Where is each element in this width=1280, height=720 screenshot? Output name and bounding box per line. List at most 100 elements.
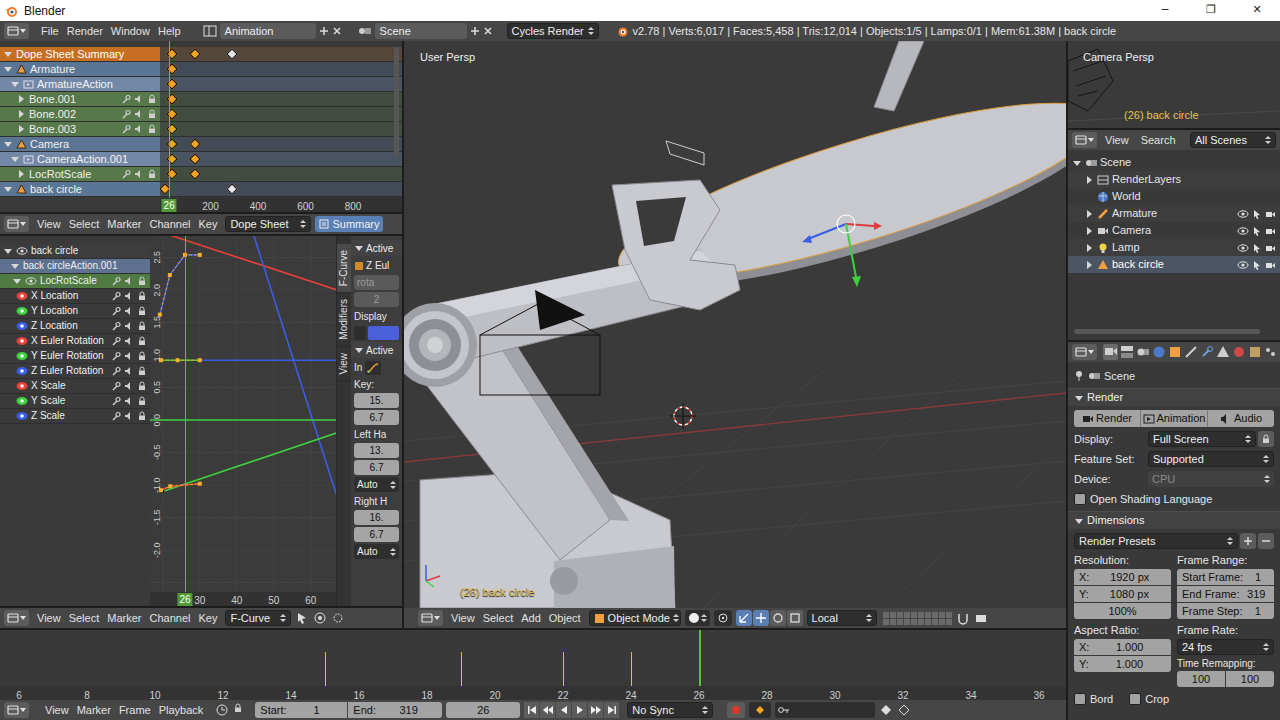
- channel-name[interactable]: LocRotScale: [40, 276, 97, 286]
- keyframe[interactable]: [166, 78, 177, 89]
- channel-color-icon[interactable]: [16, 381, 28, 391]
- fcurve[interactable]: [161, 484, 200, 491]
- outliner-item-name[interactable]: Lamp: [1112, 239, 1140, 256]
- graph-channel-row[interactable]: X Euler Rotation: [0, 334, 150, 349]
- editor-type-button[interactable]: [4, 216, 29, 232]
- menu-item[interactable]: Marker: [73, 702, 115, 719]
- channel-color-icon[interactable]: [16, 411, 28, 421]
- render-presets-dropdown[interactable]: Render Presets: [1074, 533, 1238, 549]
- current-frame-label[interactable]: 26: [177, 593, 192, 606]
- graph-channel-row[interactable]: Z Location: [0, 319, 150, 334]
- menu-item[interactable]: Select: [65, 610, 104, 627]
- sync-mode-dropdown[interactable]: No Sync: [627, 702, 713, 718]
- channel-name[interactable]: Dope Sheet Summary: [16, 49, 124, 60]
- channel-row[interactable]: Bone.001: [0, 92, 160, 107]
- play-button[interactable]: [572, 702, 587, 718]
- collapsed-triangle-icon[interactable]: [1084, 260, 1094, 270]
- channel-name[interactable]: back circle: [31, 246, 78, 256]
- editor-type-button[interactable]: [4, 23, 29, 39]
- time-remap-old-field[interactable]: 100: [1177, 671, 1225, 687]
- expanded-triangle-icon[interactable]: [10, 261, 20, 271]
- render-action-button[interactable]: Render: [1074, 410, 1141, 427]
- channel-row[interactable]: CameraAction.001: [0, 152, 160, 167]
- keyframe[interactable]: [166, 48, 177, 59]
- 3d-viewport[interactable]: User Persp (26) back circle: [404, 41, 1066, 608]
- channel-color-icon[interactable]: [16, 306, 28, 316]
- horizontal-scrollbar[interactable]: [1074, 329, 1260, 334]
- panel-header[interactable]: Active: [351, 240, 402, 256]
- menu-item[interactable]: Help: [154, 23, 185, 40]
- key-frame-field[interactable]: 15.: [354, 393, 399, 408]
- current-frame-field[interactable]: 26: [446, 702, 520, 718]
- aspect-x-field[interactable]: X:1.000: [1074, 639, 1171, 655]
- camera-view[interactable]: Camera Persp (26) back circle: [1068, 41, 1280, 128]
- sidebar-tab[interactable]: F-Curve: [337, 244, 351, 293]
- current-frame-label[interactable]: 26: [162, 199, 177, 212]
- fcurve[interactable]: [161, 359, 200, 361]
- editor-type-button[interactable]: [4, 702, 29, 718]
- outliner-row[interactable]: Scene: [1068, 154, 1280, 171]
- keyframe-point[interactable]: [198, 482, 202, 486]
- collapsed-triangle-icon[interactable]: [1084, 226, 1094, 236]
- menu-item[interactable]: Channel: [145, 610, 194, 627]
- render-engine-dropdown[interactable]: Cycles Render: [507, 23, 599, 39]
- layout-field[interactable]: Animation: [220, 23, 316, 39]
- expanded-triangle-icon[interactable]: [10, 154, 20, 164]
- channel-name[interactable]: LocRotScale: [29, 169, 91, 180]
- channel-name[interactable]: Armature: [30, 64, 75, 75]
- layout-name[interactable]: Animation: [225, 23, 274, 40]
- keyframe-area[interactable]: 200400600800 26: [160, 41, 402, 212]
- keyframe[interactable]: [166, 153, 177, 164]
- feature-set-dropdown[interactable]: Supported: [1148, 451, 1274, 467]
- sidebar-tab[interactable]: View: [337, 347, 351, 382]
- channel-name[interactable]: Z Euler Rotation: [31, 366, 103, 376]
- menu-item[interactable]: View: [33, 216, 65, 233]
- channel-row[interactable]: back circle: [0, 182, 160, 197]
- menu-item[interactable]: Search: [1137, 132, 1180, 149]
- context-tab[interactable]: [1215, 344, 1230, 360]
- expanded-triangle-icon[interactable]: [3, 139, 13, 149]
- display-mode-dropdown[interactable]: Full Screen: [1148, 431, 1256, 447]
- expanded-triangle-icon[interactable]: [354, 243, 364, 253]
- channel-name[interactable]: back circleAction.001: [23, 261, 118, 271]
- summary-toggle[interactable]: Summary: [315, 216, 383, 232]
- menu-item[interactable]: Select: [479, 610, 518, 627]
- graph-channel-row[interactable]: back circle: [0, 244, 150, 259]
- end-frame-field[interactable]: End:319: [348, 702, 442, 718]
- scene-render[interactable]: [404, 41, 1066, 608]
- channel-name[interactable]: X Location: [31, 291, 78, 301]
- outliner-item-name[interactable]: Scene: [1100, 154, 1131, 171]
- editor-type-button[interactable]: [418, 610, 443, 626]
- outliner-row[interactable]: Lamp: [1068, 239, 1280, 256]
- frame-ruler[interactable]: 30405060 26: [150, 592, 336, 606]
- jump-start-button[interactable]: [524, 702, 539, 718]
- outliner-item-name[interactable]: back circle: [1112, 256, 1164, 273]
- right-handle-frame-field[interactable]: 16.: [354, 510, 399, 525]
- channel-name[interactable]: Bone.003: [29, 124, 76, 135]
- channel-name[interactable]: Y Euler Rotation: [31, 351, 104, 361]
- channel-name[interactable]: Y Scale: [31, 396, 65, 406]
- channel-color-icon[interactable]: [16, 336, 28, 346]
- interpolation-dropdown[interactable]: [365, 361, 381, 375]
- keyframe-point[interactable]: [198, 253, 202, 257]
- graph-channel-row[interactable]: Z Euler Rotation: [0, 364, 150, 379]
- editor-type-button[interactable]: [4, 610, 29, 626]
- fcurve[interactable]: [163, 236, 336, 306]
- crop-checkbox[interactable]: [1129, 693, 1141, 705]
- menu-item[interactable]: Marker: [103, 216, 145, 233]
- transform-orientation-dropdown[interactable]: Local: [807, 610, 877, 626]
- jump-end-button[interactable]: [604, 702, 619, 718]
- channel-row[interactable]: Armature: [0, 62, 160, 77]
- auto-keying-button[interactable]: [727, 702, 745, 718]
- scrollbar[interactable]: [394, 47, 399, 157]
- channel-color-icon[interactable]: [16, 291, 28, 301]
- end-frame-field[interactable]: End Frame:319: [1177, 586, 1274, 602]
- pivot-dropdown[interactable]: [714, 610, 732, 626]
- collapsed-triangle-icon[interactable]: [1084, 175, 1094, 185]
- layer-buttons[interactable]: [883, 612, 952, 625]
- keyframe-point[interactable]: [176, 358, 180, 362]
- keyframe[interactable]: [189, 153, 200, 164]
- interaction-mode-dropdown[interactable]: Object Mode: [589, 610, 681, 626]
- key-value-field[interactable]: 6.7: [354, 410, 399, 425]
- editor-type-button[interactable]: [1072, 132, 1097, 148]
